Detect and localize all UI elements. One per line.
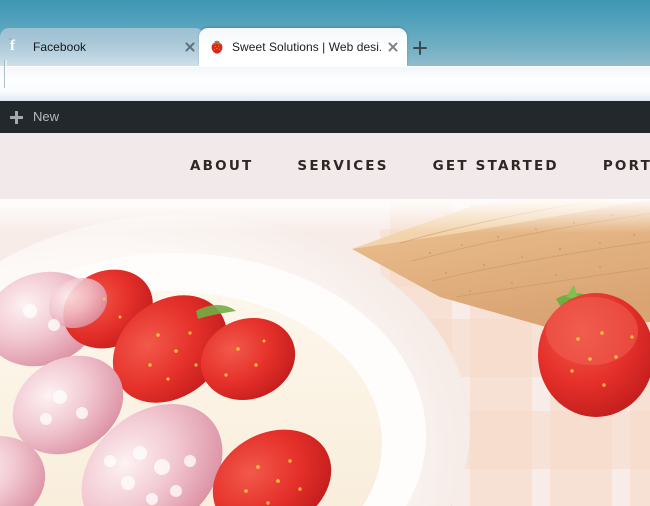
- close-icon[interactable]: [385, 39, 401, 55]
- admin-bar-new-button[interactable]: New: [0, 101, 69, 133]
- close-icon[interactable]: [182, 39, 198, 55]
- tabstrip-left-divider: [4, 60, 7, 88]
- browser-window: Facebook Sweet Solutions | Web desi... N…: [0, 0, 650, 506]
- tab-sweet-solutions[interactable]: Sweet Solutions | Web desi...: [199, 28, 407, 66]
- wp-admin-bar: New: [0, 101, 650, 133]
- nav-item-about[interactable]: ABOUT: [190, 158, 253, 174]
- hero-photo-illustration: [0, 199, 650, 506]
- site-header: ABOUT SERVICES GET STARTED PORTFOLIO: [0, 133, 650, 199]
- tab-title: Facebook: [33, 40, 87, 54]
- tab-strip: Facebook Sweet Solutions | Web desi...: [0, 28, 650, 88]
- tab-title: Sweet Solutions | Web desi...: [232, 40, 381, 54]
- nav-item-services[interactable]: SERVICES: [297, 158, 388, 174]
- facebook-icon: [10, 39, 26, 55]
- browser-toolbar: [0, 66, 650, 102]
- browser-chrome: Facebook Sweet Solutions | Web desi...: [0, 0, 650, 102]
- hero-image: [0, 199, 650, 506]
- title-bar: [0, 0, 650, 28]
- site-navigation: ABOUT SERVICES GET STARTED PORTFOLIO: [190, 133, 650, 199]
- strawberry-icon: [209, 39, 225, 55]
- nav-item-get-started[interactable]: GET STARTED: [433, 158, 559, 174]
- nav-item-portfolio[interactable]: PORTFOLIO: [603, 158, 650, 174]
- plus-icon: [9, 110, 24, 125]
- admin-bar-new-label: New: [33, 109, 60, 124]
- new-tab-button[interactable]: [410, 34, 440, 62]
- tab-facebook[interactable]: Facebook: [0, 28, 204, 66]
